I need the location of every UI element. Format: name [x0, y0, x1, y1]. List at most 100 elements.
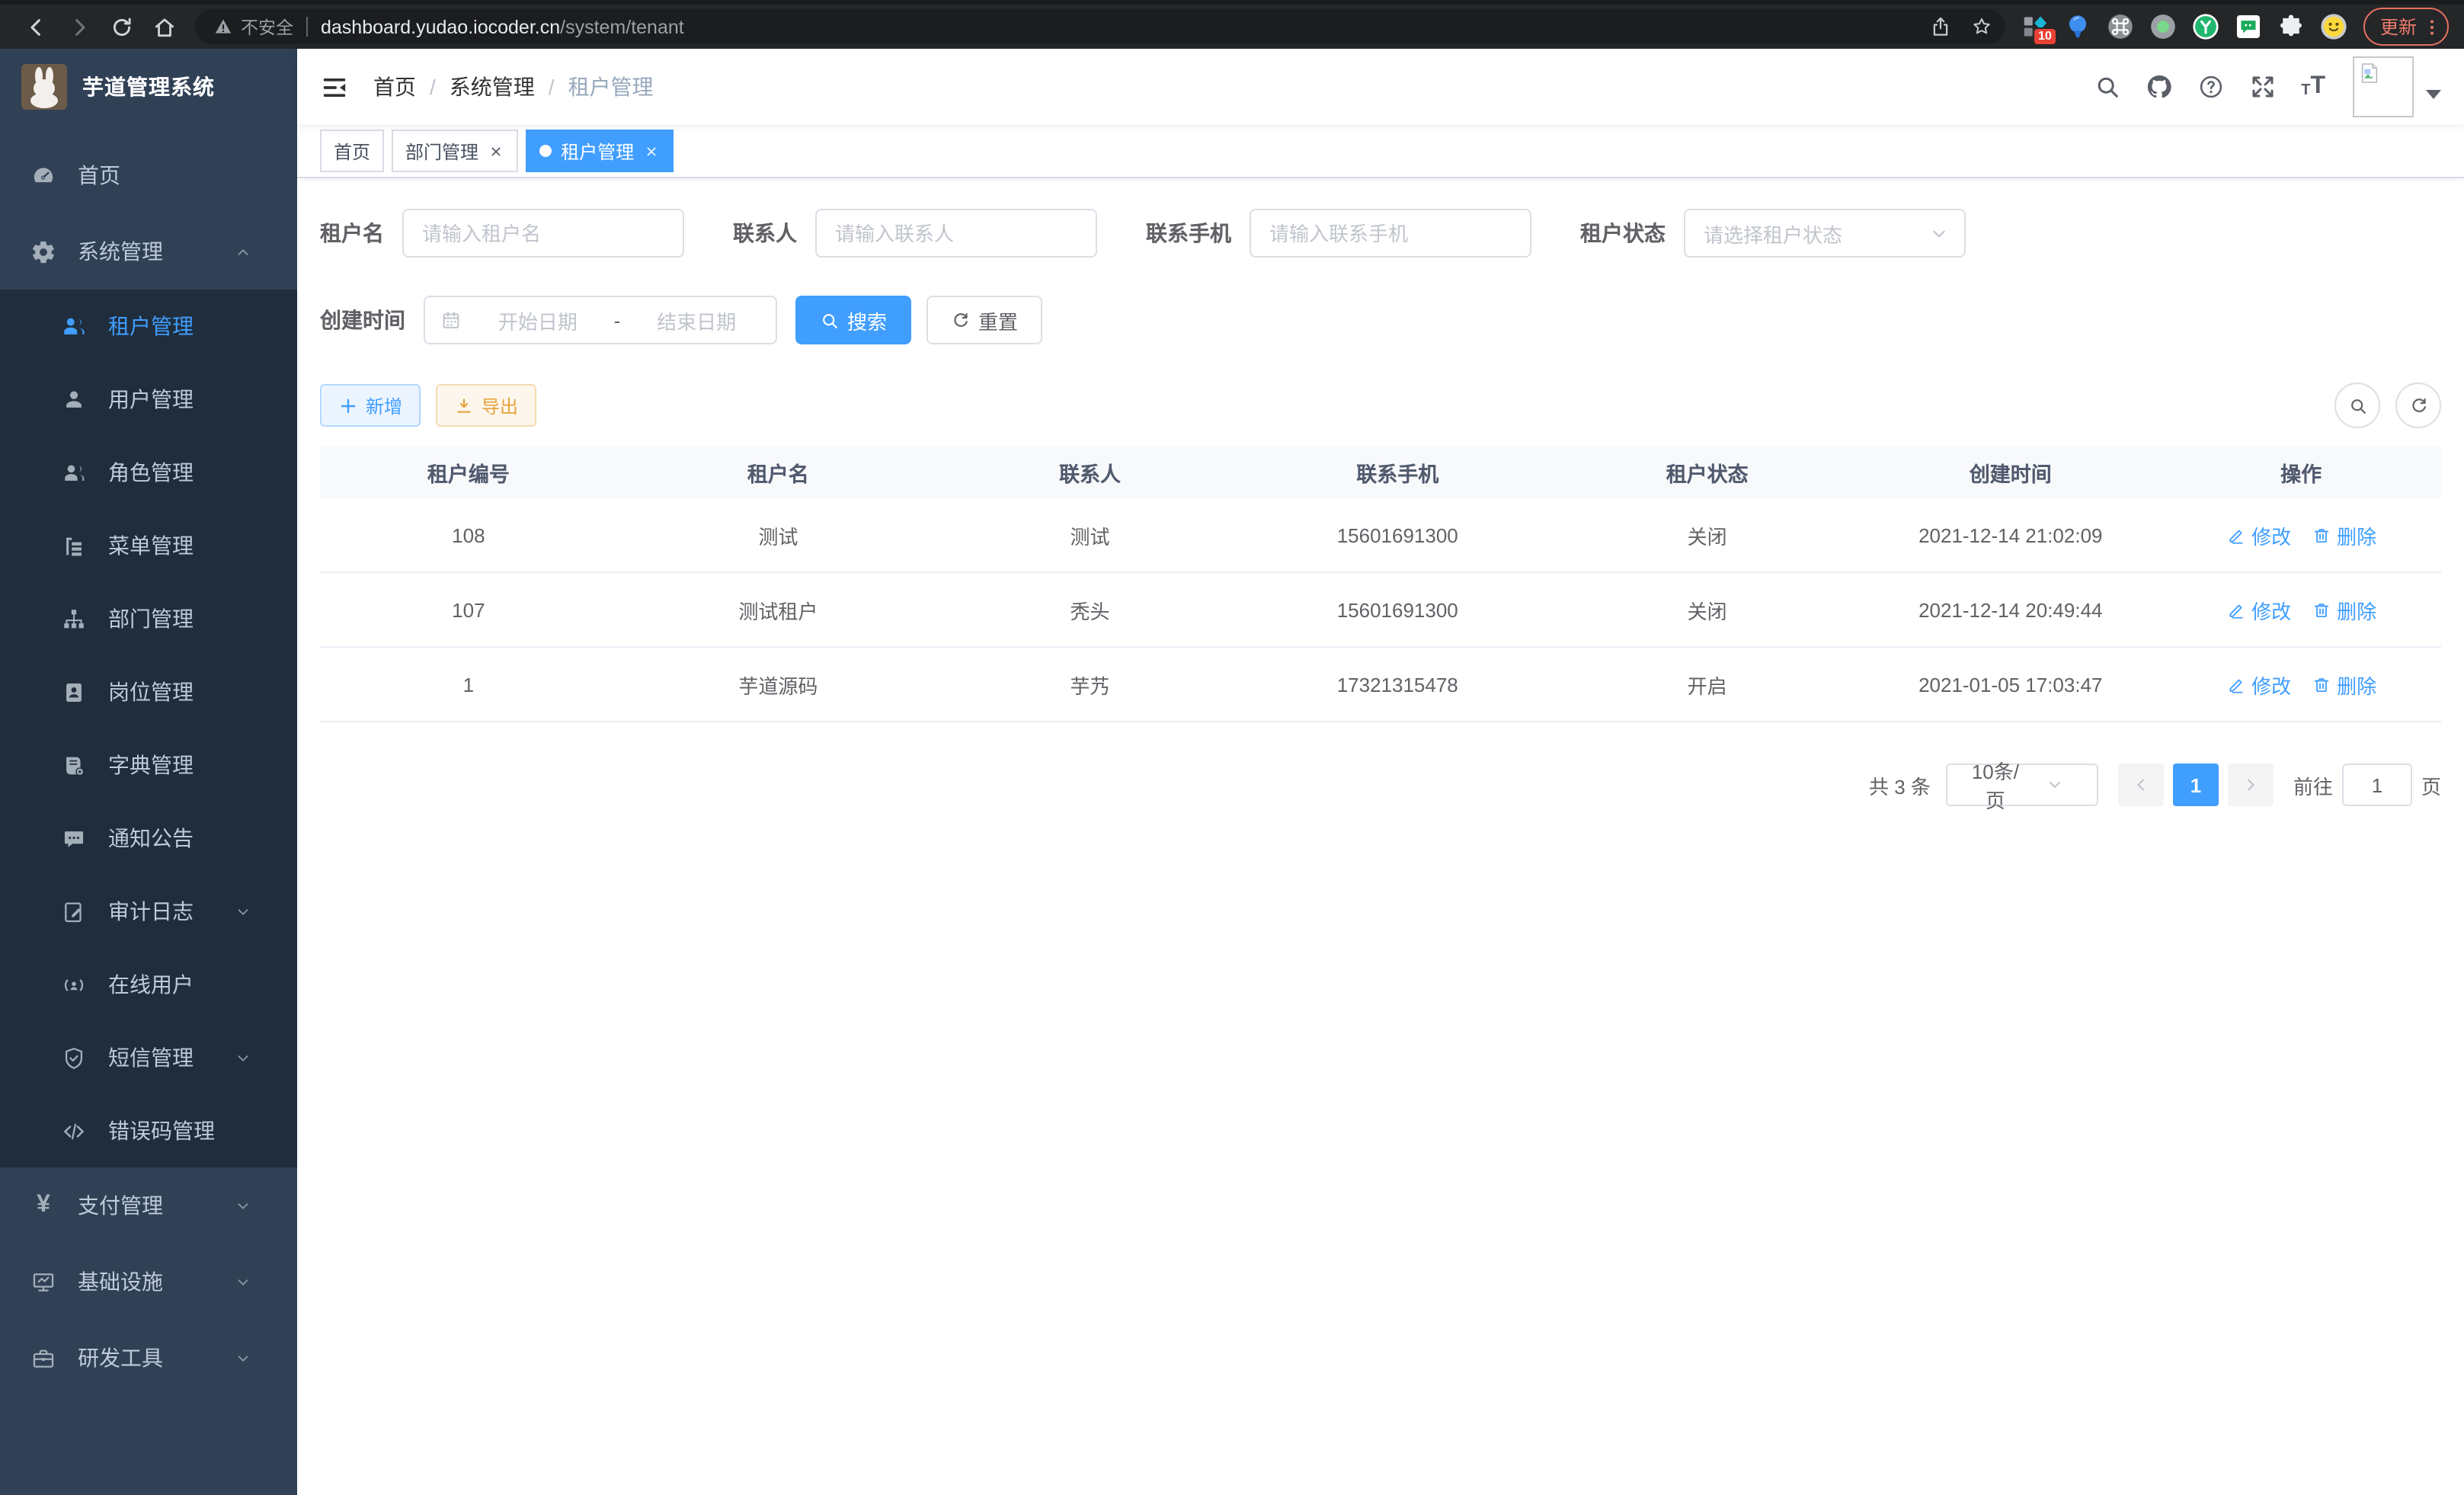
sidebar-item-用户管理[interactable]: 用户管理 [0, 363, 297, 436]
sidebar-item-菜单管理[interactable]: 菜单管理 [0, 509, 297, 582]
tab-租户管理[interactable]: 租户管理 [526, 130, 674, 172]
show-search-toggle-button[interactable] [2334, 383, 2380, 428]
cell-mobile: 17321315478 [1240, 673, 1554, 696]
date-range-separator: - [614, 309, 621, 331]
sidebar-item-研发工具[interactable]: 研发工具 [0, 1320, 297, 1396]
emoji-extension-icon[interactable] [2319, 12, 2348, 41]
fullscreen-icon[interactable] [2249, 73, 2277, 101]
contact-label: 联系人 [733, 218, 797, 248]
page-number-button[interactable]: 1 [2173, 764, 2219, 806]
tab-首页[interactable]: 首页 [320, 130, 384, 172]
extension-badge: 10 [2033, 27, 2057, 46]
record-extension-icon[interactable] [2149, 12, 2178, 41]
refresh-table-button[interactable] [2395, 383, 2441, 428]
tab-label: 部门管理 [405, 138, 478, 164]
broken-image-icon [2357, 61, 2382, 85]
sidebar-collapse-icon[interactable] [320, 74, 349, 100]
tab-label: 首页 [334, 138, 370, 164]
mobile-input[interactable] [1250, 209, 1531, 258]
grid-tag-extension-icon[interactable]: 10 [2021, 12, 2050, 41]
sidebar-logo[interactable]: 芋道管理系统 [0, 49, 297, 125]
delete-link[interactable]: 删除 [2311, 520, 2376, 549]
prev-page-button[interactable] [2118, 764, 2164, 806]
sidebar-item-字典管理[interactable]: 字典管理 [0, 728, 297, 802]
column-header-租户状态: 租户状态 [1554, 457, 1860, 488]
search-button-label: 搜索 [847, 306, 887, 335]
search-icon[interactable] [2094, 73, 2121, 101]
code-icon [61, 1118, 87, 1144]
contact-input[interactable] [815, 209, 1097, 258]
browser-update-button[interactable]: 更新 [2363, 8, 2449, 46]
browser-home-icon[interactable] [152, 14, 177, 39]
breadcrumb-item-系统管理[interactable]: 系统管理 [450, 72, 535, 102]
tab-部门管理[interactable]: 部门管理 [392, 130, 518, 172]
next-page-button[interactable] [2228, 764, 2274, 806]
share-icon[interactable] [1929, 15, 1952, 38]
users-icon [61, 313, 87, 339]
browser-reload-icon[interactable] [110, 14, 134, 39]
export-button[interactable]: 导出 [436, 384, 536, 427]
sidebar-item-通知公告[interactable]: 通知公告 [0, 802, 297, 875]
sidebar-item-审计日志[interactable]: 审计日志 [0, 875, 297, 948]
sidebar-item-支付管理[interactable]: ¥支付管理 [0, 1167, 297, 1244]
search-button[interactable]: 搜索 [795, 296, 911, 344]
table-header-row: 租户编号租户名联系人联系手机租户状态创建时间操作 [320, 447, 2441, 498]
puzzle-extensions-icon[interactable] [2277, 12, 2306, 41]
tenant-name-input[interactable] [402, 209, 684, 258]
help-icon[interactable] [2197, 73, 2225, 101]
sidebar-item-在线用户[interactable]: 在线用户 [0, 948, 297, 1021]
sidebar-item-基础设施[interactable]: 基础设施 [0, 1244, 297, 1320]
column-header-联系人: 联系人 [939, 457, 1240, 488]
goto-page-input[interactable] [2342, 764, 2412, 806]
avatar-caret-down-icon[interactable] [2426, 90, 2441, 99]
close-icon[interactable] [488, 142, 504, 159]
chevron-down-icon [235, 903, 251, 920]
cell-actions: 修改删除 [2161, 670, 2440, 699]
font-size-icon[interactable]: TT [2301, 75, 2325, 99]
sidebar-item-label: 通知公告 [108, 823, 273, 853]
page-size-select[interactable]: 10条/页 [1946, 764, 2098, 806]
chat-extension-icon[interactable] [2234, 12, 2263, 41]
avatar[interactable] [2353, 56, 2414, 117]
browser-menu-dots-icon[interactable] [2421, 16, 2443, 37]
goto-page: 前往 页 [2293, 764, 2441, 806]
bookmark-star-icon[interactable] [1970, 15, 1993, 38]
sidebar-item-岗位管理[interactable]: 岗位管理 [0, 655, 297, 728]
edit-link[interactable]: 修改 [2226, 520, 2291, 549]
delete-link[interactable]: 删除 [2311, 670, 2376, 699]
sidebar-item-短信管理[interactable]: 短信管理 [0, 1021, 297, 1094]
column-header-联系手机: 联系手机 [1240, 457, 1554, 488]
reset-button[interactable]: 重置 [926, 296, 1042, 344]
sidebar-item-首页[interactable]: 首页 [0, 137, 297, 213]
github-icon[interactable] [2146, 73, 2173, 101]
sidebar-item-租户管理[interactable]: 租户管理 [0, 290, 297, 363]
balloon-extension-icon[interactable] [2063, 12, 2092, 41]
shield-check-icon [61, 1045, 87, 1071]
date-range-picker[interactable]: 开始日期 - 结束日期 [424, 296, 777, 344]
sidebar-item-角色管理[interactable]: 角色管理 [0, 436, 297, 509]
close-icon[interactable] [643, 142, 660, 159]
edit-link[interactable]: 修改 [2226, 670, 2291, 699]
browser-forward-icon[interactable] [67, 14, 91, 39]
content-column: 首页/系统管理/租户管理 TT 首页部门管理租户管理 租户名 [297, 49, 2464, 1495]
reset-button-label: 重置 [978, 306, 1018, 335]
browser-back-icon[interactable] [24, 14, 49, 39]
cell-actions: 修改删除 [2161, 520, 2440, 549]
breadcrumb-item-首页[interactable]: 首页 [373, 72, 416, 102]
status-select[interactable]: 请选择租户状态 [1684, 209, 1966, 258]
cell-id: 1 [320, 673, 617, 696]
cell-status: 关闭 [1554, 595, 1860, 624]
address-bar[interactable]: 不安全 dashboard.yudao.iocoder.cn/system/te… [195, 9, 2005, 44]
sidebar-item-部门管理[interactable]: 部门管理 [0, 582, 297, 655]
sidebar-item-错误码管理[interactable]: 错误码管理 [0, 1094, 297, 1167]
edit-link[interactable]: 修改 [2226, 595, 2291, 624]
dashboard-icon [30, 162, 56, 188]
sidebar-item-系统管理[interactable]: 系统管理 [0, 213, 297, 290]
chevron-down-icon [1929, 223, 1949, 243]
cell-status: 关闭 [1554, 520, 1860, 549]
y-logo-extension-icon[interactable] [2191, 12, 2220, 41]
delete-link[interactable]: 删除 [2311, 595, 2376, 624]
add-button[interactable]: 新增 [320, 384, 421, 427]
chevron-right-icon [2242, 776, 2260, 794]
command-extension-icon[interactable] [2106, 12, 2135, 41]
